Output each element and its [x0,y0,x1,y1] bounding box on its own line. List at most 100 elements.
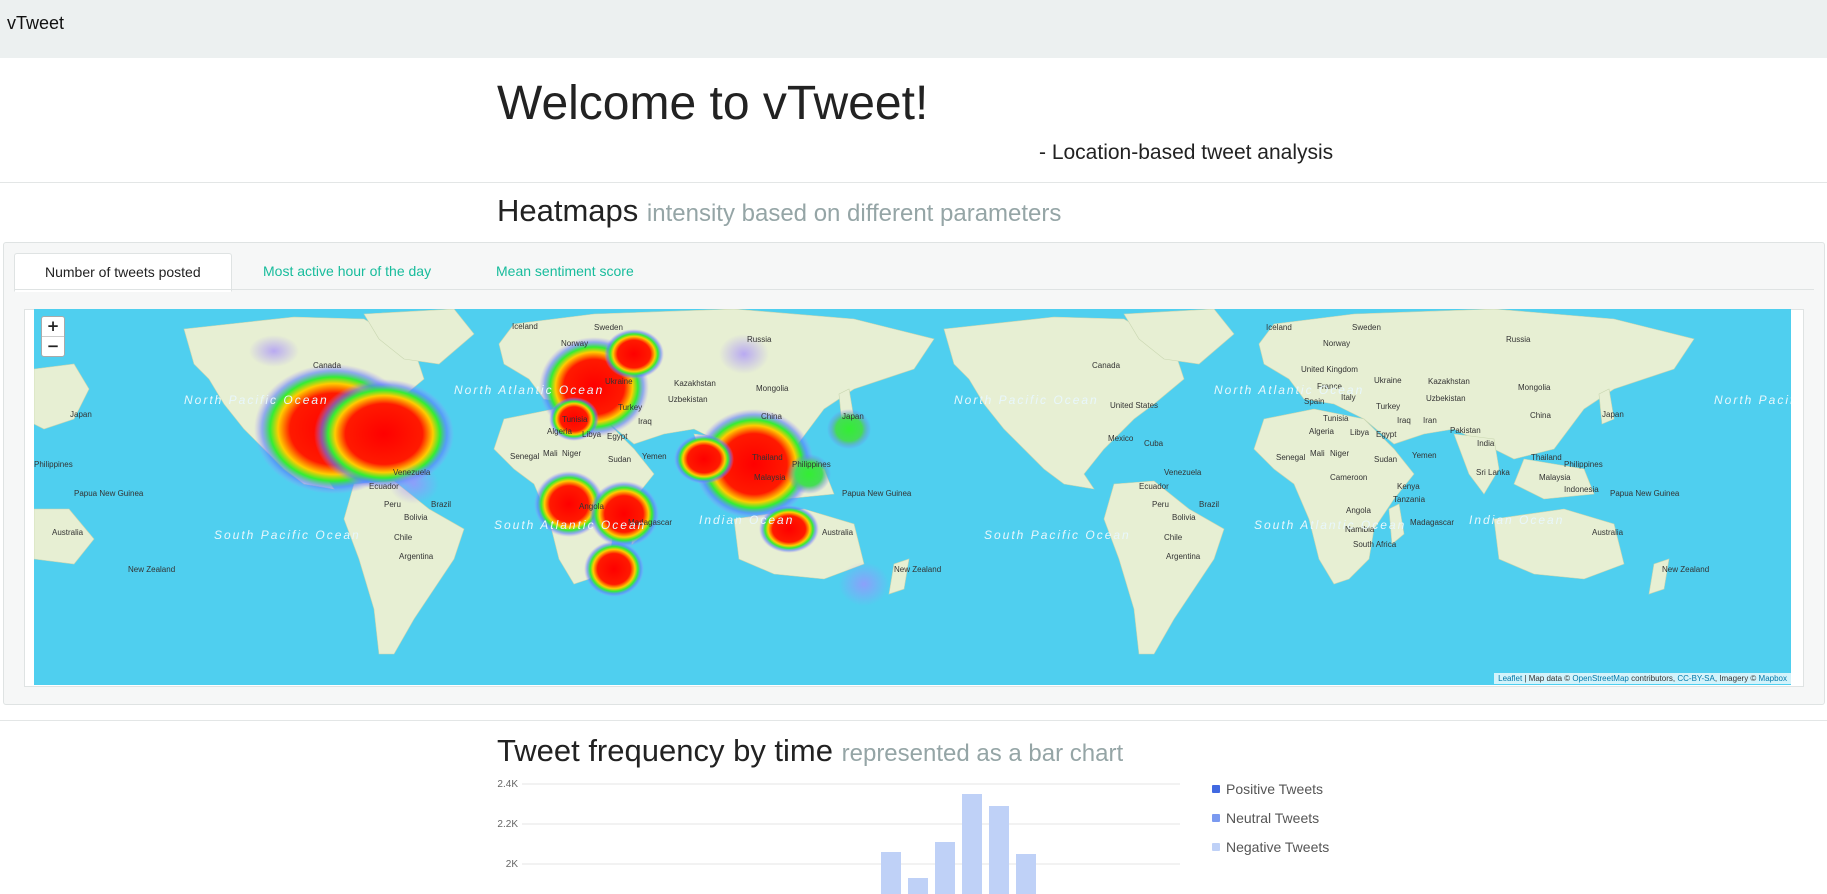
page-title: Welcome to vTweet! [497,77,929,130]
heatmap-map[interactable]: Iceland Sweden Norway Russia Canada Ukra… [34,309,1791,685]
map-label: Kazakhstan [1428,377,1470,386]
heatmaps-subtitle: intensity based on different parameters [646,200,1062,227]
map-label: Niger [562,449,581,458]
map-label: Tanzania [1393,495,1426,504]
map-label: Madagascar [1410,518,1454,527]
osm-link[interactable]: OpenStreetMap [1572,674,1628,683]
map-label: Norway [1323,339,1350,348]
heat-blob [249,335,299,367]
map-label: Libya [582,430,602,439]
map-label: Ukraine [1374,376,1402,385]
ocean-label: South Atlantic Ocean [1254,518,1406,532]
map-label: Sweden [594,323,623,332]
map-label: New Zealand [894,565,941,574]
tab-most-active-hour[interactable]: Most active hour of the day [233,253,461,289]
map-zoom-control: + − [41,316,65,357]
map-label: Peru [1152,500,1169,509]
map-label: Angola [1346,506,1371,515]
heat-blob [584,541,644,597]
map-label: Philippines [34,460,73,469]
map-label: United States [1110,401,1158,410]
ocean-label: South Pacific Ocean [984,528,1131,542]
map-attribution: Leaflet | Map data © OpenStreetMap contr… [1494,673,1791,684]
map-label: Peru [384,500,401,509]
map-label: Mali [1310,449,1325,458]
attribution-text: | Map data © [1522,674,1573,683]
zoom-out-button[interactable]: − [42,336,64,356]
legend-label: Negative Tweets [1226,839,1330,855]
bar-negative[interactable] [1016,854,1036,894]
map-label: Ecuador [1139,482,1169,491]
legend-item[interactable]: Neutral Tweets [1212,810,1329,839]
map-label: Spain [1304,397,1324,406]
map-label: Turkey [618,403,642,412]
tab-mean-sentiment[interactable]: Mean sentiment score [466,253,664,289]
bar-negative[interactable] [962,794,982,894]
map-label: India [1477,439,1495,448]
map-label: Mali [543,449,558,458]
legend-swatch [1212,814,1220,822]
map-label: China [1530,411,1551,420]
map-label: Cuba [1144,439,1164,448]
heatmaps-title: Heatmaps [497,193,639,228]
heat-blob [589,481,659,547]
map-label: Algeria [1309,427,1334,436]
heat-blob [674,434,734,484]
frequency-subtitle: represented as a bar chart [841,740,1124,767]
map-label: Tunisia [1323,414,1349,423]
legend-item[interactable]: Positive Tweets [1212,781,1329,810]
mapbox-link[interactable]: Mapbox [1759,674,1787,683]
map-label: New Zealand [128,565,175,574]
map-label: Canada [1092,361,1121,370]
ocean-label: South Atlantic Ocean [494,518,646,532]
divider [0,720,1827,721]
map-label: Russia [747,335,772,344]
page-subtitle: - Location-based tweet analysis [1039,141,1334,164]
heat-blob [604,329,664,379]
map-label: Papua New Guinea [1610,489,1680,498]
map-label: Senegal [510,452,540,461]
leaflet-link[interactable]: Leaflet [1498,674,1522,683]
map-label: Venezuela [393,468,431,477]
map-label: Senegal [1276,453,1306,462]
frequency-title: Tweet frequency by time [497,733,833,768]
map-label: Niger [1330,449,1349,458]
legend-swatch [1212,785,1220,793]
map-label: Brazil [431,500,451,509]
map-label: United Kingdom [1301,365,1358,374]
map-label: Argentina [399,552,434,561]
ocean-label: Indian Ocean [699,513,794,527]
frequency-heading: Tweet frequency by time represented as a… [497,733,1123,769]
bar-negative[interactable] [989,806,1009,894]
map-label: New Zealand [1662,565,1709,574]
map-label: Chile [394,533,413,542]
y-tick-label: 2.4K [497,779,518,790]
map-label: Russia [1506,335,1531,344]
map-label: Japan [842,412,864,421]
map-label: Sweden [1352,323,1381,332]
license-link[interactable]: CC-BY-SA [1677,674,1715,683]
map-label: Philippines [792,460,831,469]
map-label: Japan [1602,410,1624,419]
map-label: Norway [561,339,588,348]
legend-item[interactable]: Negative Tweets [1212,839,1329,868]
map-label: Algeria [547,427,572,436]
tab-number-of-tweets[interactable]: Number of tweets posted [14,253,232,292]
map-label: Kazakhstan [674,379,716,388]
bar-negative[interactable] [935,842,955,894]
ocean-label: Indian Ocean [1469,513,1564,527]
map-label: Ukraine [605,377,633,386]
map-label: Turkey [1376,402,1400,411]
landmass-edge [34,363,90,430]
map-label: Egypt [1376,430,1397,439]
zoom-in-button[interactable]: + [42,317,64,336]
ocean-label: North Atlantic Ocean [1214,383,1364,397]
map-label: Canada [313,361,342,370]
map-label: Brazil [1199,500,1219,509]
bar-negative[interactable] [881,852,901,894]
attribution-text: contributors, [1628,674,1678,683]
map-label: Sudan [608,455,631,464]
bar-negative[interactable] [908,878,928,894]
brand-link[interactable]: vTweet [7,13,64,34]
map-label: Yemen [642,452,667,461]
